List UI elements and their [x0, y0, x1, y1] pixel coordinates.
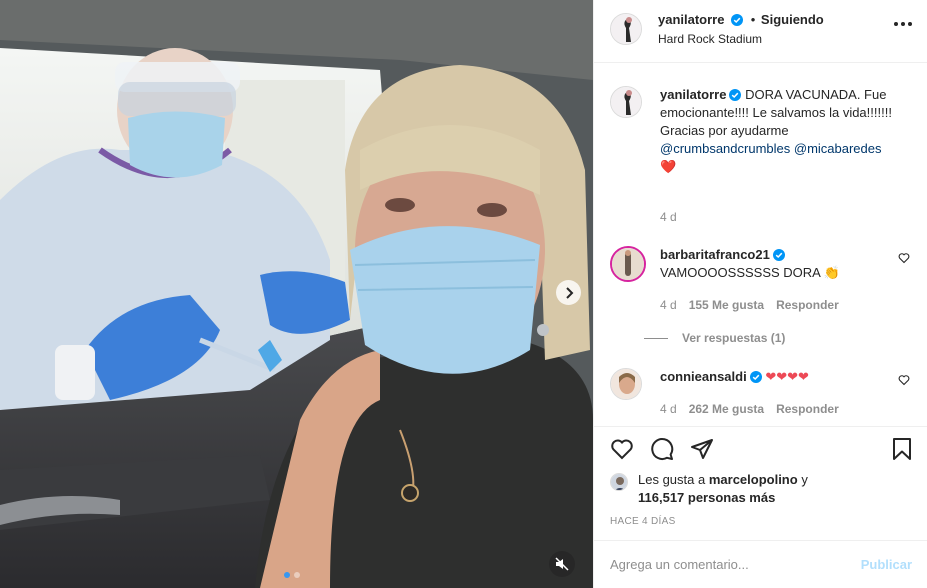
post-media[interactable]	[0, 0, 593, 588]
heart-emoji: ❤️	[660, 159, 677, 174]
view-replies-label: Ver respuestas (1)	[682, 331, 786, 345]
carousel-dot-1	[284, 572, 290, 578]
heart-outline-icon	[611, 439, 633, 460]
likes-prefix: Les gusta a	[638, 472, 706, 487]
author-avatar[interactable]	[610, 13, 642, 45]
post-detail-panel: yanilatorre • Siguiendo Hard Rock Stadiu…	[593, 0, 927, 588]
mention-link[interactable]: @micabaredes	[794, 141, 882, 156]
comment-text: barbaritafranco21 VAMOOOOSSSSSS DORA 👏	[660, 246, 904, 282]
comments-list[interactable]: yanilatorre DORA VACUNADA. Fue emocionan…	[594, 64, 927, 426]
verified-badge-icon	[729, 89, 742, 101]
caption-meta: 4 d	[660, 210, 677, 224]
comment-input[interactable]	[610, 553, 840, 575]
verified-badge-icon	[749, 371, 762, 383]
commenter-avatar[interactable]	[610, 368, 642, 400]
mute-toggle-button[interactable]	[549, 551, 575, 577]
post-timestamp[interactable]: HACE 4 DÍAS	[610, 516, 676, 527]
like-button[interactable]	[610, 437, 634, 464]
liker-avatar-image	[611, 474, 627, 490]
caption-avatar[interactable]	[610, 86, 642, 118]
save-button[interactable]	[890, 437, 914, 464]
verified-badge-icon	[731, 14, 744, 26]
comment-time[interactable]: 4 d	[660, 298, 677, 312]
add-comment-bar: Publicar	[594, 540, 927, 588]
comment-likes[interactable]: 155 Me gusta	[689, 298, 764, 312]
comment-like-button[interactable]	[898, 252, 910, 267]
likes-summary: Les gusta a marcelopolino y 116,517 pers…	[610, 471, 910, 511]
comment-like-button[interactable]	[898, 374, 910, 389]
likes-count[interactable]: 116,517 personas más	[638, 490, 775, 505]
liker-avatar[interactable]	[610, 473, 628, 491]
caption: yanilatorre DORA VACUNADA. Fue emocionan…	[610, 86, 910, 236]
heart-outline-icon	[898, 253, 910, 264]
comment-meta: 4 d 155 Me gusta Responder	[660, 298, 839, 312]
ellipsis-icon	[894, 22, 912, 26]
verified-badge-icon	[772, 249, 785, 261]
comment-item: connieansaldi ❤❤❤❤ 4 d 262 Me gusta Resp…	[610, 368, 910, 426]
likes-text: Les gusta a marcelopolino y 116,517 pers…	[638, 471, 908, 507]
comment-username[interactable]: barbaritafranco21	[660, 247, 770, 262]
next-slide-button[interactable]	[556, 280, 581, 305]
commenter-avatar-image	[612, 248, 644, 280]
comment-button[interactable]	[650, 437, 674, 464]
author-username[interactable]: yanilatorre	[658, 12, 724, 27]
more-options-button[interactable]	[894, 22, 912, 26]
carousel-indicator	[284, 572, 300, 578]
view-replies-button[interactable]: Ver respuestas (1)	[644, 331, 785, 345]
header-separator: •	[750, 12, 756, 27]
commenter-avatar[interactable]	[610, 246, 646, 282]
post-header: yanilatorre • Siguiendo Hard Rock Stadiu…	[594, 0, 927, 63]
caption-thanks: Gracias por ayudarme	[660, 123, 789, 138]
location-link[interactable]: Hard Rock Stadium	[658, 32, 762, 46]
author-avatar-image	[611, 14, 641, 44]
hearts-emoji: ❤❤❤❤	[765, 369, 809, 384]
comment-likes[interactable]: 262 Me gusta	[689, 402, 764, 416]
mention-link[interactable]: @crumbsandcrumbles	[660, 141, 790, 156]
reply-button[interactable]: Responder	[776, 298, 839, 312]
bookmark-icon	[893, 438, 911, 460]
chevron-right-icon	[565, 286, 573, 299]
replies-divider	[644, 337, 668, 339]
commenter-avatar-image	[611, 369, 641, 399]
following-button[interactable]: Siguiendo	[761, 12, 824, 27]
speaker-muted-icon	[555, 557, 569, 571]
post-actions: Les gusta a marcelopolino y 116,517 pers…	[594, 426, 927, 540]
caption-time[interactable]: 4 d	[660, 210, 677, 224]
caption-avatar-image	[611, 87, 641, 117]
caption-username[interactable]: yanilatorre	[660, 87, 726, 102]
share-button[interactable]	[690, 437, 714, 464]
reply-button[interactable]: Responder	[776, 402, 839, 416]
publish-button[interactable]: Publicar	[861, 557, 912, 572]
clap-emoji: 👏	[823, 265, 840, 280]
comment-meta: 4 d 262 Me gusta Responder	[660, 402, 839, 416]
caption-text: yanilatorre DORA VACUNADA. Fue emocionan…	[660, 86, 904, 176]
video-frame	[0, 0, 593, 588]
comment-time[interactable]: 4 d	[660, 402, 677, 416]
comment-bubble-icon	[651, 438, 674, 460]
paper-plane-icon	[691, 439, 713, 459]
comment-text: connieansaldi ❤❤❤❤	[660, 368, 904, 386]
liker-username[interactable]: marcelopolino	[709, 472, 798, 487]
comment-username[interactable]: connieansaldi	[660, 369, 747, 384]
comment-body: VAMOOOOSSSSSS DORA	[660, 265, 821, 280]
heart-outline-icon	[898, 375, 910, 386]
carousel-dot-2	[294, 572, 300, 578]
likes-conj: y	[801, 472, 808, 487]
